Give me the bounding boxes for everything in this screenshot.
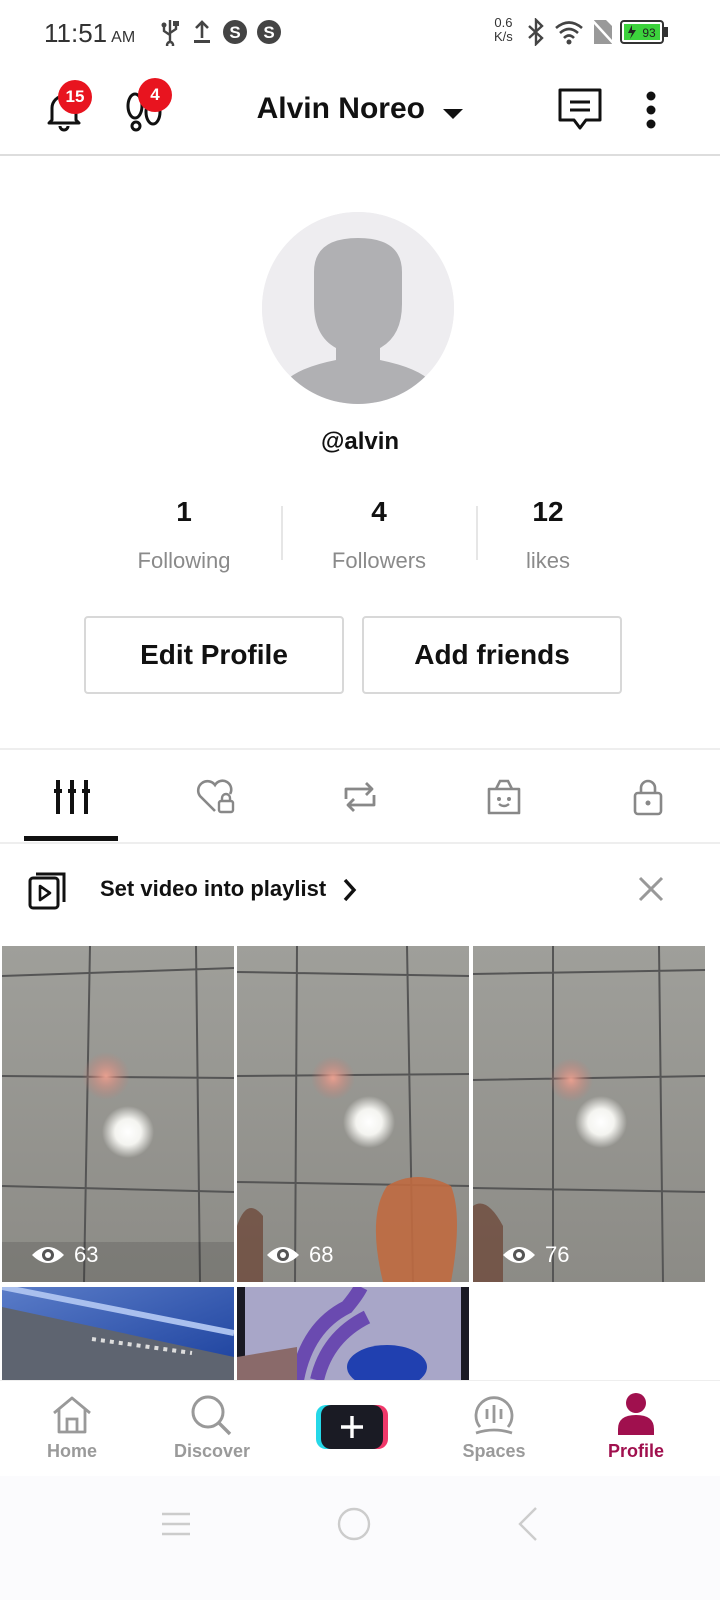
network-speed: 0.6 K/s [494,15,513,44]
more-icon [646,91,656,129]
nav-label: Profile [607,1441,664,1461]
wifi-icon [555,21,583,45]
playlist-icon [28,872,66,910]
bluetooth-icon [528,18,544,46]
chevron-right-icon [343,878,357,902]
liked-private-icon [196,779,235,814]
home-icon [53,1396,91,1434]
eye-icon [267,1247,299,1263]
search-icon [191,1395,232,1436]
nav-home[interactable]: Home [0,1381,144,1477]
svg-text:93: 93 [642,26,656,40]
nav-discover[interactable]: Discover [140,1381,284,1477]
edit-profile-button[interactable]: Edit Profile [84,616,344,694]
stat-value: 1 [176,496,192,527]
username: Alvin Noreo [256,92,425,125]
video-preview [237,1287,469,1380]
usb-icon [161,20,179,46]
bottom-navigation: Home Discover Spaces Profile [0,1380,720,1477]
create-plus-icon [316,1405,388,1449]
view-count: 68 [265,1242,333,1268]
skype-icon: S [257,20,281,44]
repost-icon [344,782,376,812]
shop-bag-icon [487,779,521,815]
video-thumbnail[interactable]: 63 [2,946,234,1282]
svg-text:S: S [263,23,274,42]
view-count: 76 [501,1242,569,1268]
more-options-button[interactable] [636,88,666,132]
menu-icon[interactable] [160,1510,192,1538]
top-header: 15 4 Alvin Noreo [0,64,720,156]
avatar[interactable] [262,212,454,404]
video-thumbnail[interactable]: 76 [473,946,705,1282]
playlist-label: Set video into playlist [100,876,327,901]
profile-handle: @alvin [320,428,400,455]
video-thumbnail[interactable] [2,1287,234,1380]
tab-private[interactable] [576,750,720,844]
stat-label: Following [137,548,231,573]
nav-spaces[interactable]: Spaces [422,1381,566,1477]
no-sim-icon [592,19,614,45]
nav-label: Spaces [462,1441,526,1461]
upload-icon [194,20,210,43]
active-tab-indicator [24,836,118,841]
stat-likes[interactable]: 12 likes [448,496,648,574]
status-time: 11:51 AM [44,18,136,48]
home-circle-icon[interactable] [336,1506,372,1542]
chevron-down-icon [443,108,464,119]
inbox-icon [558,88,602,130]
video-thumbnail[interactable]: 68 [237,946,469,1282]
close-icon[interactable] [636,874,666,904]
tab-reposts[interactable] [288,750,432,844]
nav-label: Home [46,1441,97,1461]
video-preview [2,946,234,1282]
system-navigation-bar [0,1476,720,1600]
view-count: 63 [30,1242,98,1268]
back-icon[interactable] [516,1506,540,1542]
video-preview [473,946,705,1282]
add-friends-button[interactable]: Add friends [362,616,622,694]
tab-shop[interactable] [432,750,576,844]
eye-icon [32,1247,64,1263]
video-preview [2,1287,234,1380]
tab-videos[interactable] [0,750,144,844]
account-switcher[interactable]: Alvin Noreo [0,92,720,126]
battery-icon: 93 [620,20,668,44]
spaces-icon [474,1396,514,1435]
playlist-banner[interactable]: Set video into playlist [0,844,720,940]
status-bar: 11:51 AM S S 0.6 K/s 93 [0,0,720,64]
video-preview [237,946,469,1282]
nav-label: Discover [173,1441,251,1461]
stat-value: 12 [532,496,564,527]
skype-icon: S [223,20,247,44]
inbox-button[interactable] [556,86,604,134]
private-lock-icon [633,779,663,816]
videos-grid-icon [54,780,90,814]
svg-text:S: S [229,23,240,42]
stat-label: likes [525,548,570,573]
video-thumbnail[interactable] [237,1287,469,1380]
tab-liked[interactable] [144,750,288,844]
eye-icon [503,1247,535,1263]
nav-profile[interactable]: Profile [564,1381,708,1477]
profile-tabs [0,748,720,844]
stat-following[interactable]: 1 Following [84,496,284,574]
profile-icon [618,1393,654,1435]
default-avatar-icon [262,212,454,404]
create-button[interactable] [280,1381,424,1477]
